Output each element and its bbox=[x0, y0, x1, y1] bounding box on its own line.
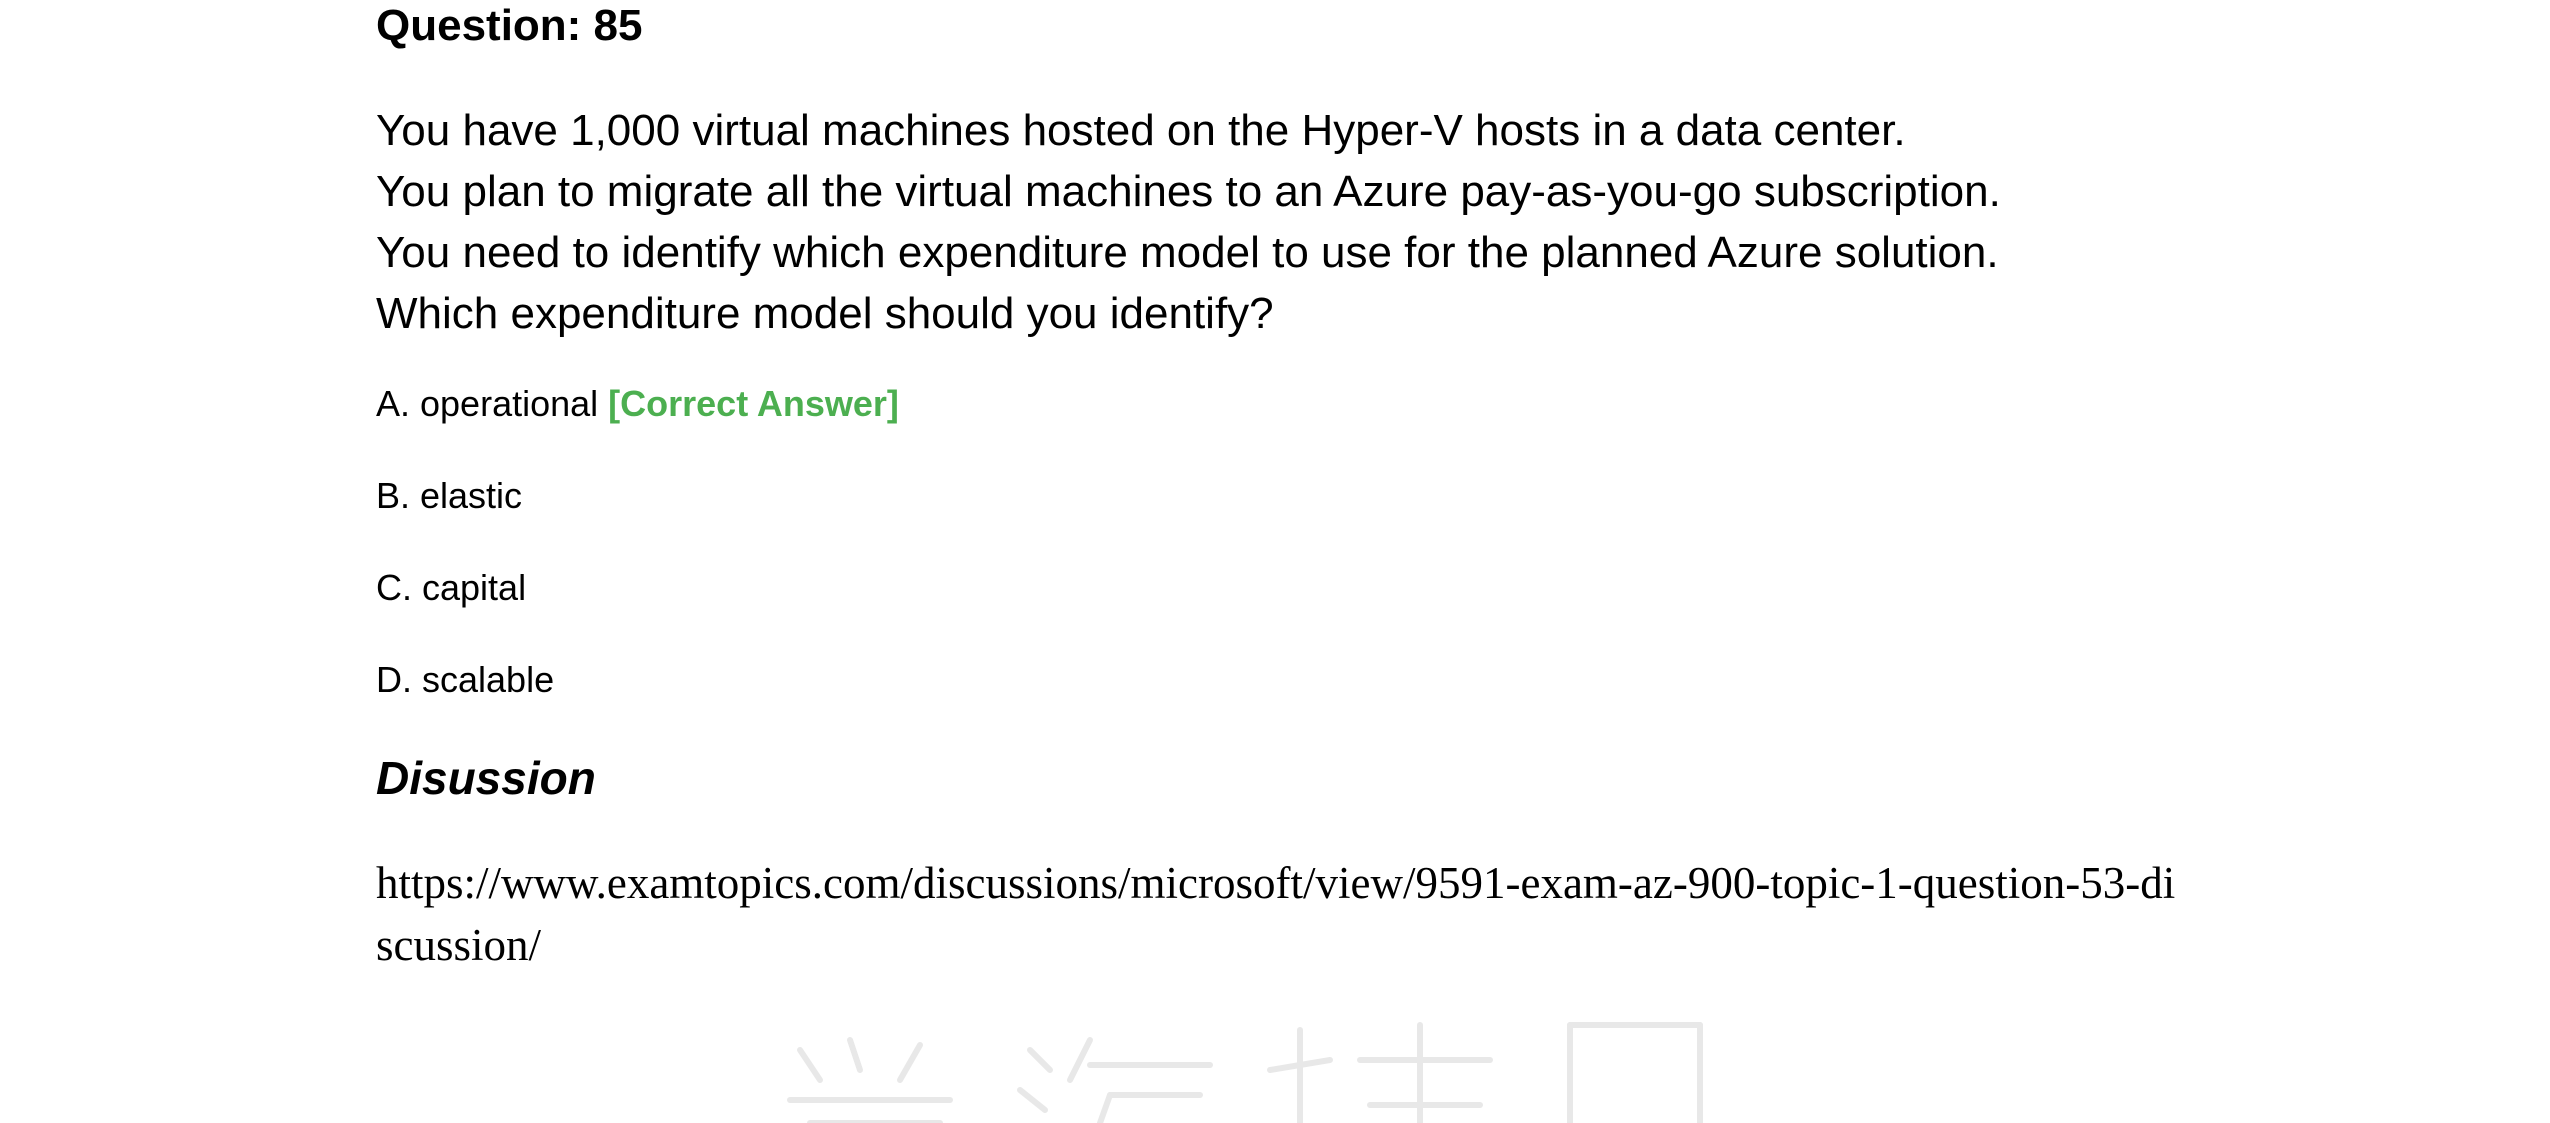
option-b: B. elastic bbox=[376, 474, 899, 566]
correct-answer-badge: [Correct Answer] bbox=[608, 383, 899, 424]
stem-line: You need to identify which expenditure m… bbox=[376, 228, 1999, 277]
option-a: A. operational [Correct Answer] bbox=[376, 382, 899, 474]
watermark-graphic bbox=[787, 1022, 1703, 1123]
stem-line: Which expenditure model should you ident… bbox=[376, 289, 1274, 338]
option-c-text: C. capital bbox=[376, 567, 527, 608]
document-page: Question: 85 You have 1,000 virtual mach… bbox=[0, 0, 2550, 1123]
option-d-text: D. scalable bbox=[376, 659, 555, 700]
stem-line: You have 1,000 virtual machines hosted o… bbox=[376, 106, 1906, 155]
discussion-link[interactable]: https://www.examtopics.com/discussions/m… bbox=[376, 852, 2176, 976]
answer-options: A. operational [Correct Answer] B. elasti… bbox=[376, 382, 899, 750]
question-heading: Question: 85 bbox=[376, 1, 643, 50]
stem-line: You plan to migrate all the virtual mach… bbox=[376, 167, 2001, 216]
question-stem: You have 1,000 virtual machines hosted o… bbox=[376, 100, 2001, 344]
option-a-text: A. operational bbox=[376, 383, 599, 424]
discussion-heading: Disussion bbox=[376, 752, 596, 804]
option-c: C. capital bbox=[376, 566, 899, 658]
option-b-text: B. elastic bbox=[376, 475, 523, 516]
option-d: D. scalable bbox=[376, 658, 899, 750]
